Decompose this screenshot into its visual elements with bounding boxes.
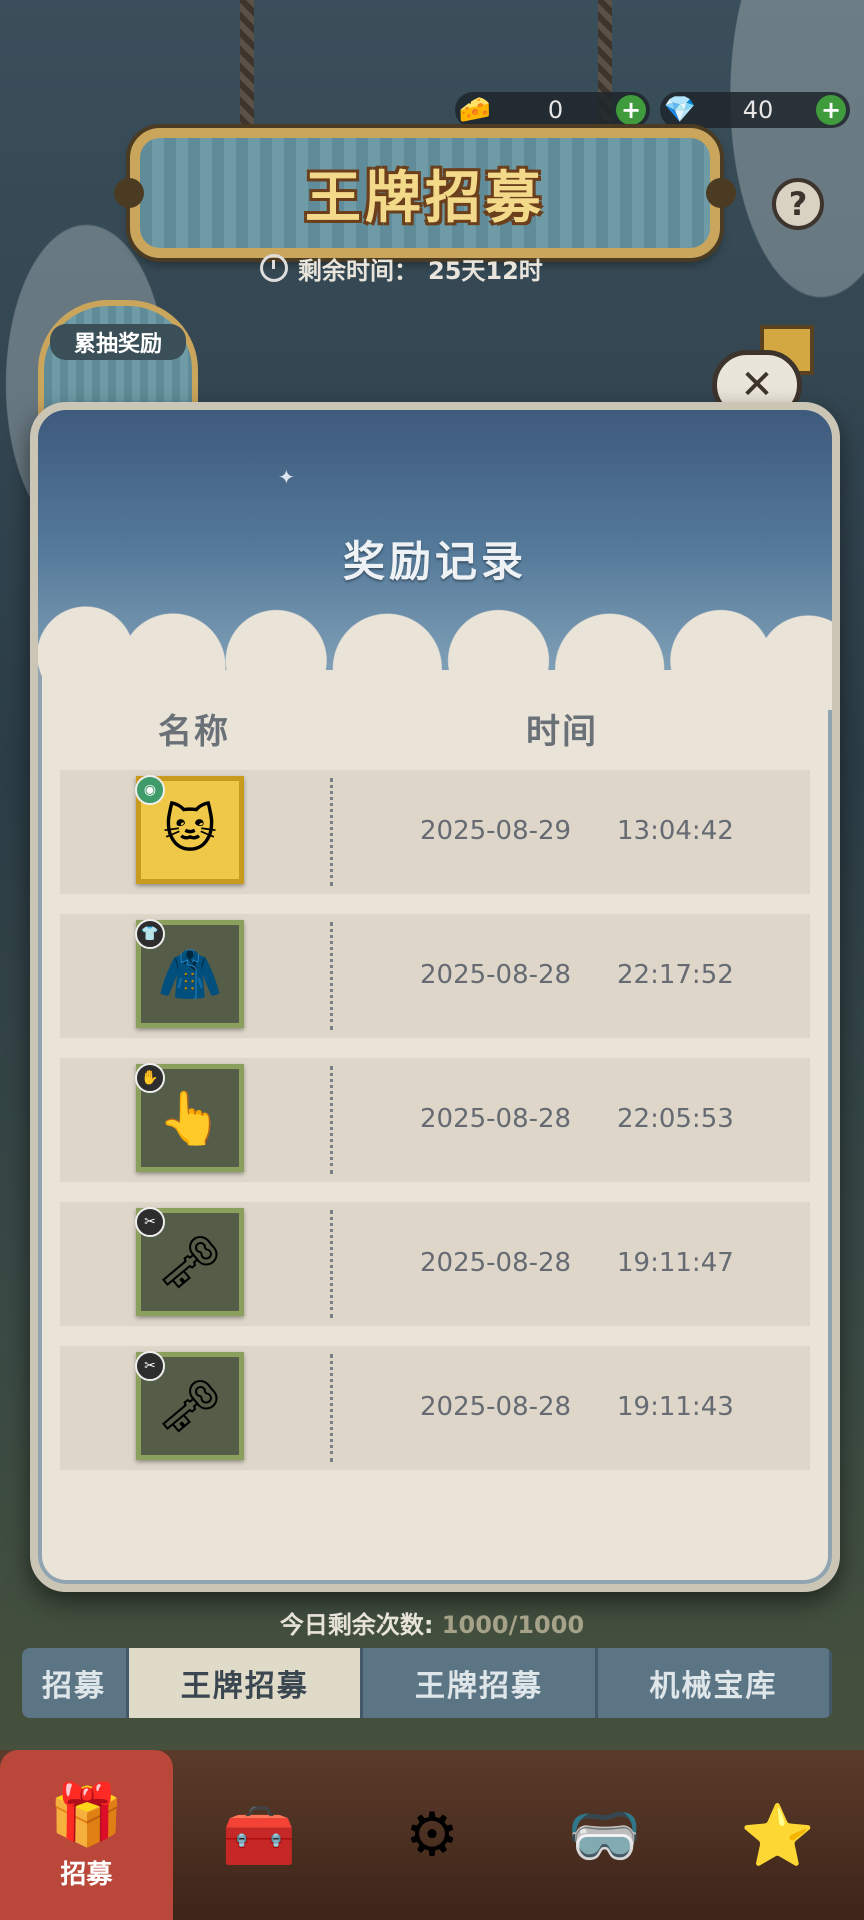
record-time: 22:05:53 xyxy=(617,1104,734,1134)
diamond-value: 40 xyxy=(742,96,774,124)
gesture-tag-icon: ✋ xyxy=(135,1063,165,1093)
nav-item-star-box[interactable]: ⭐ xyxy=(691,1750,864,1920)
recruit-chest-icon: 🎁 xyxy=(49,1780,124,1850)
star-box-icon: ⭐ xyxy=(740,1800,815,1871)
nav-item-treasure[interactable]: 🧰 xyxy=(173,1750,346,1920)
remaining-count: 今日剩余次数: 1000/1000 xyxy=(0,1605,864,1640)
record-date: 2025-08-29 xyxy=(420,816,572,846)
windup-key-icon[interactable]: 🗝 ✂ xyxy=(135,1207,244,1316)
costume-tag-icon: 👕 xyxy=(135,919,165,949)
treasure-chest-icon: 🧰 xyxy=(221,1800,297,1871)
cloud-divider xyxy=(38,600,832,710)
row-divider xyxy=(330,1354,333,1462)
diamond-currency: 💎 40 + xyxy=(660,92,850,128)
cheese-value: 0 xyxy=(547,96,564,124)
machine-icon: ⚙ xyxy=(405,1800,459,1870)
page-title: 王牌招募 xyxy=(305,165,545,231)
key-tag-icon: ✂ xyxy=(135,1207,165,1237)
key-tag-icon: ✂ xyxy=(135,1351,165,1381)
countdown-label: 剩余时间： xyxy=(298,256,418,285)
record-row: 🗝 ✂ 2025-08-28 19:11:43 xyxy=(60,1346,810,1470)
nav-item-machine[interactable]: ⚙ xyxy=(346,1750,519,1920)
row-divider xyxy=(330,1210,333,1318)
record-time: 19:11:47 xyxy=(617,1248,734,1278)
recruit-tabs: 招募 王牌招募 王牌招募 机械宝库 xyxy=(22,1648,832,1718)
cheese-currency: 🧀 0 + xyxy=(455,92,650,128)
nav-item-goggles[interactable]: 🥽 xyxy=(518,1750,691,1920)
tab-recruit[interactable]: 招募 xyxy=(22,1648,130,1718)
tom-character-card-icon[interactable]: 🐱 ◉ xyxy=(135,775,244,884)
sign-bolt xyxy=(114,178,144,208)
remaining-value: 1000/1000 xyxy=(441,1611,585,1639)
nav-item-recruit[interactable]: 🎁 招募 xyxy=(0,1750,173,1920)
glove-hand-icon[interactable]: 👆 ✋ xyxy=(135,1063,244,1172)
add-diamond-button[interactable]: + xyxy=(816,95,846,125)
record-row: 🧥 👕 2025-08-28 22:17:52 xyxy=(60,914,810,1038)
remaining-label: 今日剩余次数: xyxy=(279,1611,434,1639)
tab-ace-recruit-active[interactable]: 王牌招募 xyxy=(129,1648,364,1718)
clock-icon xyxy=(260,254,288,282)
row-divider xyxy=(330,922,333,1030)
help-button[interactable]: ? xyxy=(772,178,824,230)
dialog-title: 奖励记录 xyxy=(342,537,527,586)
sign-bolt xyxy=(706,178,736,208)
column-header-time: 时间 xyxy=(526,712,598,752)
record-time: 22:17:52 xyxy=(617,960,734,990)
tab-ace-recruit[interactable]: 王牌招募 xyxy=(363,1648,598,1718)
column-header-name: 名称 xyxy=(158,712,230,752)
record-date: 2025-08-28 xyxy=(420,960,572,990)
record-row: 👆 ✋ 2025-08-28 22:05:53 xyxy=(60,1058,810,1182)
record-date: 2025-08-28 xyxy=(420,1104,572,1134)
star-icon: ✦ xyxy=(278,465,295,489)
countdown: 剩余时间： 25天12时 xyxy=(260,250,620,286)
record-date: 2025-08-28 xyxy=(420,1248,572,1278)
windup-key-icon[interactable]: 🗝 ✂ xyxy=(135,1351,244,1460)
record-date: 2025-08-28 xyxy=(420,1392,572,1422)
tab-mechanical-vault[interactable]: 机械宝库 xyxy=(598,1648,832,1718)
record-list: 🐱 ◉ 2025-08-29 13:04:42 🧥 👕 2025-08-28 22:… xyxy=(60,770,810,1490)
title-sign: 王牌招募 xyxy=(114,128,736,258)
record-row: 🐱 ◉ 2025-08-29 13:04:42 xyxy=(60,770,810,894)
row-divider xyxy=(330,1066,333,1174)
record-time: 19:11:43 xyxy=(617,1392,734,1422)
add-cheese-button[interactable]: + xyxy=(616,95,646,125)
cumulative-reward-label: 累抽奖励 xyxy=(50,324,186,360)
record-row: 🗝 ✂ 2025-08-28 19:11:47 xyxy=(60,1202,810,1326)
nav-item-label: 招募 xyxy=(60,1860,113,1890)
reward-record-dialog: ✦ 奖励记录 名称 时间 🐱 ◉ 2025-08-29 13:04:42 🧥 👕 2… xyxy=(30,402,840,1592)
sign-rope xyxy=(240,0,254,130)
s-rank-tag-icon: ◉ xyxy=(135,775,165,805)
record-time: 13:04:42 xyxy=(617,816,734,846)
row-divider xyxy=(330,778,333,886)
cheese-icon: 🧀 xyxy=(458,95,492,125)
diamond-icon: 💎 xyxy=(663,95,697,125)
goggles-chest-icon: 🥽 xyxy=(567,1800,643,1871)
countdown-value: 25天12时 xyxy=(428,256,543,285)
bottom-nav: 🎁 招募 🧰 ⚙ 🥽 ⭐ xyxy=(0,1750,864,1920)
jacket-costume-icon[interactable]: 🧥 👕 xyxy=(135,919,244,1028)
